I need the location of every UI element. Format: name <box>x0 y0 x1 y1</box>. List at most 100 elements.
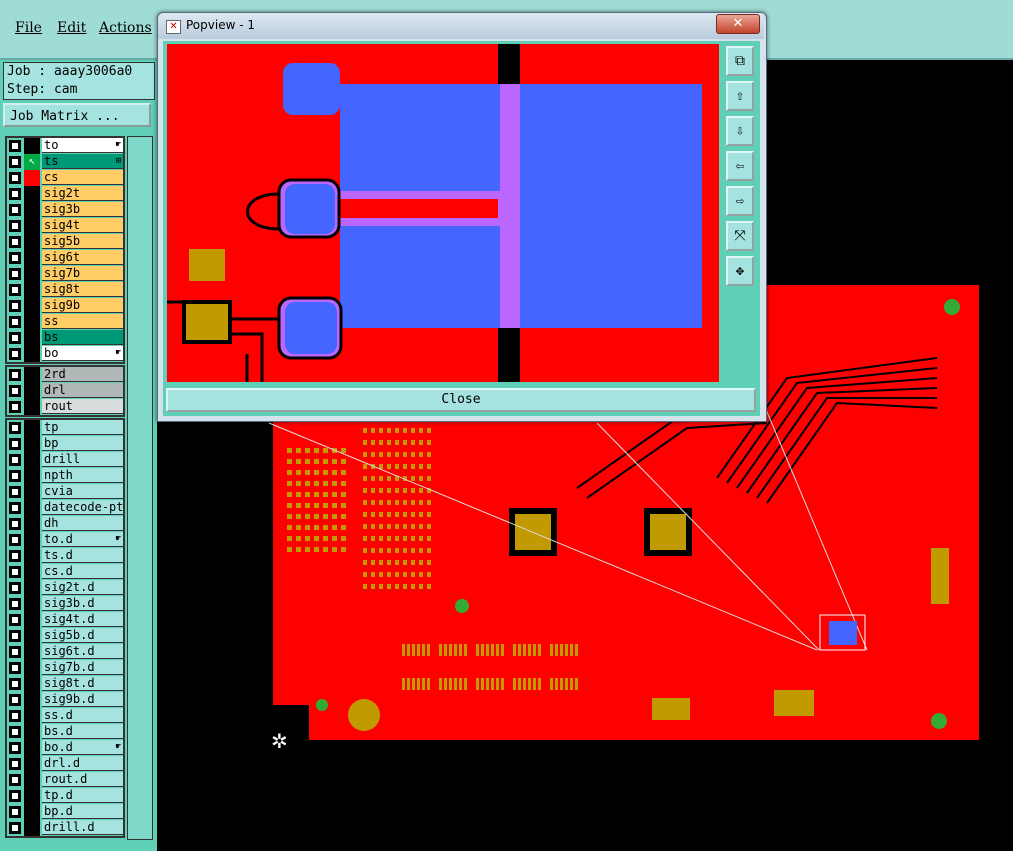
layer-checkbox[interactable] <box>9 348 21 360</box>
layer-name[interactable]: bp <box>42 436 123 451</box>
layer-color-cell[interactable] <box>24 532 40 548</box>
layer-row[interactable]: tp <box>7 420 123 436</box>
layer-color-cell[interactable] <box>24 500 40 516</box>
layer-row[interactable]: sig4t <box>7 218 123 234</box>
layer-color-cell[interactable] <box>24 314 40 330</box>
layer-name[interactable]: npth <box>42 468 123 483</box>
layer-row[interactable]: cvia <box>7 484 123 500</box>
layer-list-scrollbar[interactable] <box>127 136 153 840</box>
layer-checkbox[interactable] <box>9 140 21 152</box>
layer-checkbox[interactable] <box>9 582 21 594</box>
layer-name[interactable]: sig3b.d <box>42 596 123 611</box>
layer-color-cell[interactable] <box>24 399 40 415</box>
layer-color-cell[interactable] <box>24 644 40 660</box>
layer-checkbox[interactable] <box>9 614 21 626</box>
layer-checkbox[interactable] <box>9 550 21 562</box>
layer-checkbox[interactable] <box>9 316 21 328</box>
layer-name[interactable]: ss <box>42 314 123 329</box>
layer-name[interactable]: 2rd <box>42 367 123 382</box>
layer-checkbox[interactable] <box>9 726 21 738</box>
layer-color-cell[interactable] <box>24 820 40 836</box>
popview-tool-button[interactable]: ⇩ <box>726 116 754 146</box>
layer-checkbox[interactable] <box>9 646 21 658</box>
job-matrix-button[interactable]: Job Matrix ... <box>3 103 151 127</box>
layer-checkbox[interactable] <box>9 502 21 514</box>
layer-name[interactable]: sig7b.d <box>42 660 123 675</box>
layer-checkbox[interactable] <box>9 172 21 184</box>
layer-row[interactable]: sig9b <box>7 298 123 314</box>
close-button[interactable]: Close <box>166 388 756 412</box>
layer-row[interactable]: sig5b <box>7 234 123 250</box>
layer-row[interactable]: bs <box>7 330 123 346</box>
layer-name[interactable]: ts ⊞ <box>42 154 123 169</box>
window-close-button[interactable]: ✕ <box>716 14 760 34</box>
layer-row[interactable]: sig7b <box>7 266 123 282</box>
layer-color-cell[interactable] <box>24 596 40 612</box>
layer-color-cell[interactable] <box>24 383 40 399</box>
layer-name[interactable]: drl <box>42 383 123 398</box>
layer-color-cell[interactable] <box>24 612 40 628</box>
layer-checkbox[interactable] <box>9 470 21 482</box>
layer-checkbox[interactable] <box>9 401 21 413</box>
layer-name[interactable]: sig8t <box>42 282 123 297</box>
layer-name[interactable]: sig6t <box>42 250 123 265</box>
layer-row[interactable]: to ☛ <box>7 138 123 154</box>
layer-color-cell[interactable] <box>24 420 40 436</box>
layer-checkbox[interactable] <box>9 236 21 248</box>
layer-checkbox[interactable] <box>9 598 21 610</box>
layer-checkbox[interactable] <box>9 822 21 834</box>
layer-row[interactable]: 2rd <box>7 367 123 383</box>
layer-color-cell[interactable] <box>24 218 40 234</box>
layer-row[interactable]: sig3b <box>7 202 123 218</box>
popview-tool-button[interactable]: ⧉ <box>726 46 754 76</box>
layer-row[interactable]: to.d ☛ <box>7 532 123 548</box>
layer-color-cell[interactable] <box>24 804 40 820</box>
layer-color-cell[interactable] <box>24 138 40 154</box>
layer-name[interactable]: sig4t.d <box>42 612 123 627</box>
layer-color-cell[interactable] <box>24 548 40 564</box>
layer-name[interactable]: sig9b.d <box>42 692 123 707</box>
popview-tool-button[interactable]: ⇦ <box>726 151 754 181</box>
layer-checkbox[interactable] <box>9 422 21 434</box>
layer-color-cell[interactable] <box>24 580 40 596</box>
layer-name[interactable]: sig8t.d <box>42 676 123 691</box>
layer-checkbox[interactable] <box>9 369 21 381</box>
layer-row[interactable]: sig2t <box>7 186 123 202</box>
layer-color-cell[interactable] <box>24 186 40 202</box>
menu-actions[interactable]: Actions <box>99 20 152 36</box>
layer-name[interactable]: ss.d <box>42 708 123 723</box>
layer-name[interactable]: tp.d <box>42 788 123 803</box>
layer-row[interactable]: bo ☛ <box>7 346 123 362</box>
layer-color-cell[interactable] <box>24 660 40 676</box>
layer-color-cell[interactable] <box>24 564 40 580</box>
layer-checkbox[interactable] <box>9 438 21 450</box>
layer-name[interactable]: sig9b <box>42 298 123 313</box>
popview-tool-button[interactable]: ✥ <box>726 256 754 286</box>
layer-checkbox[interactable] <box>9 694 21 706</box>
layer-name[interactable]: cs <box>42 170 123 185</box>
layer-name[interactable]: rout <box>42 399 123 414</box>
layer-name[interactable]: drill.d <box>42 820 123 835</box>
layer-name[interactable]: bo.d ☛ <box>42 740 123 755</box>
layer-checkbox[interactable] <box>9 534 21 546</box>
layer-row[interactable]: bp.d <box>7 804 123 820</box>
layer-checkbox[interactable] <box>9 710 21 722</box>
layer-name[interactable]: drill <box>42 452 123 467</box>
layer-checkbox[interactable] <box>9 678 21 690</box>
layer-name[interactable]: cs.d <box>42 564 123 579</box>
layer-color-cell[interactable] <box>24 740 40 756</box>
layer-color-cell[interactable] <box>24 266 40 282</box>
layer-row[interactable]: bs.d <box>7 724 123 740</box>
layer-color-cell[interactable] <box>24 724 40 740</box>
layer-color-cell[interactable] <box>24 772 40 788</box>
layer-color-cell[interactable] <box>24 170 40 186</box>
layer-color-cell[interactable] <box>24 330 40 346</box>
layer-checkbox[interactable] <box>9 284 21 296</box>
layer-name[interactable]: sig7b <box>42 266 123 281</box>
layer-row[interactable]: bp <box>7 436 123 452</box>
layer-color-cell[interactable] <box>24 234 40 250</box>
popview-tool-button[interactable]: ⇨ <box>726 186 754 216</box>
popview-tool-button[interactable]: ⇧ <box>726 81 754 111</box>
layer-checkbox[interactable] <box>9 630 21 642</box>
layer-row[interactable]: drill <box>7 452 123 468</box>
